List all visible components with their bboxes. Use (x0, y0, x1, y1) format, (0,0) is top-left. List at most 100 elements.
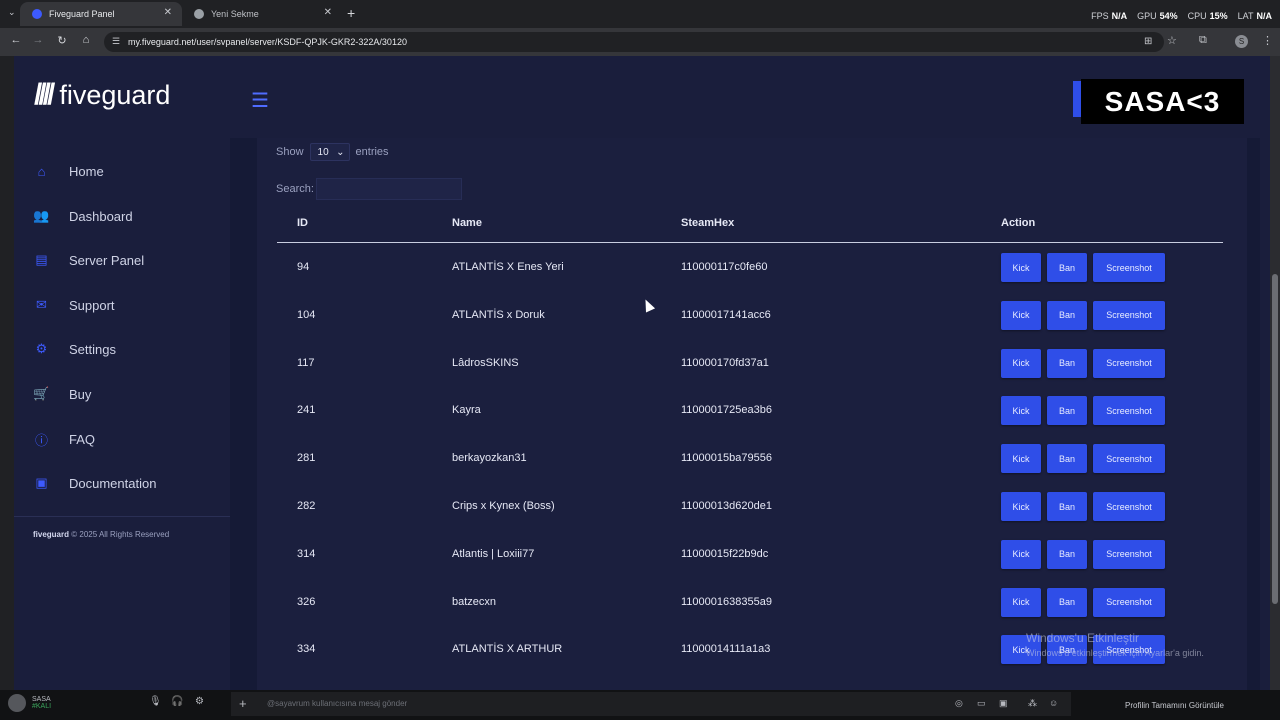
address-bar[interactable]: ☰ my.fiveguard.net/user/svpanel/server/K… (104, 32, 1164, 52)
extensions-icon[interactable]: ⧉ (1199, 34, 1207, 47)
avatar[interactable] (8, 694, 26, 712)
cell-name: Atlantis | Loxiii77 (452, 547, 535, 560)
screenshot-button[interactable]: Screenshot (1093, 253, 1165, 282)
cell-name: Crips x Kynex (Boss) (452, 500, 555, 512)
message-input[interactable]: @sayavrum kullanıcısına mesaj gönder (267, 699, 407, 708)
gear-icon[interactable]: ⚙ (195, 696, 204, 707)
back-icon[interactable]: ← (8, 34, 24, 46)
server-icon: ▤ (35, 252, 48, 267)
home-button-icon[interactable]: ⌂ (78, 34, 94, 46)
close-tab-icon[interactable]: ✕ (164, 7, 172, 18)
apps-icon[interactable]: ⁂ (1028, 698, 1037, 709)
gif-icon[interactable]: ▭ (977, 698, 986, 709)
ban-button[interactable]: Ban (1047, 539, 1087, 569)
chrome-favicon (194, 9, 204, 19)
column-header-steamhex[interactable]: SteamHex (681, 217, 734, 229)
ban-button[interactable]: Ban (1047, 492, 1087, 521)
kick-button[interactable]: Kick (1001, 492, 1041, 521)
table-row: 104 ATLANTİS x Doruk 11000017141acc6 Kick Ba… (277, 292, 1223, 340)
ban-button[interactable]: Ban (1047, 587, 1087, 617)
perf-fps: FPS N/A (1091, 11, 1128, 21)
sidebar-item-home[interactable]: ⌂ Home (34, 158, 104, 184)
view-full-profile-link[interactable]: Profilin Tamamını Görüntüle (1125, 701, 1224, 710)
screenshot-button[interactable]: Screenshot (1093, 539, 1165, 569)
tab-fiveguard-panel[interactable]: Fiveguard Panel ✕ (20, 2, 182, 26)
show-label: Show (276, 146, 304, 158)
kick-button[interactable]: Kick (1001, 300, 1041, 330)
kick-button[interactable]: Kick (1001, 253, 1041, 282)
kick-button[interactable]: Kick (1001, 396, 1041, 426)
windows-activation-watermark: Windows'u Etkinleştir Windows'u etkinleş… (1026, 631, 1204, 658)
search-label: Search: (276, 183, 314, 195)
sidebar-item-label: Server Panel (69, 252, 145, 268)
bookmark-star-icon[interactable]: ☆ (1167, 34, 1177, 47)
cell-name: ATLANTİS X Enes Yeri (452, 261, 564, 273)
profile-avatar[interactable]: S (1235, 35, 1248, 48)
discord-user-status: #KALI (32, 703, 52, 710)
users-icon: 👥 (33, 208, 50, 223)
screenshot-button[interactable]: Screenshot (1093, 300, 1165, 330)
discord-overlay-bar: SASA #KALI 🎙 🎧 ⚙ + @sayavrum kullanıcısı… (0, 690, 1280, 720)
kick-button[interactable]: Kick (1001, 348, 1041, 378)
cell-id: 281 (297, 452, 316, 465)
sidebar-item-documentation[interactable]: ▣ Documentation (34, 470, 156, 496)
cell-steamhex: 1100001638355a9 (681, 595, 772, 608)
cell-steamhex: 11000015f22b9dc (681, 547, 769, 560)
column-header-id[interactable]: ID (297, 217, 308, 229)
reload-icon[interactable]: ↻ (54, 34, 70, 47)
tab-title: Fiveguard Panel (49, 9, 115, 19)
hamburger-menu-icon[interactable]: ☰ (251, 88, 269, 113)
ban-button[interactable]: Ban (1047, 396, 1087, 426)
tab-search-icon[interactable]: ⌄ (8, 7, 16, 18)
sidebar-item-faq[interactable]: ⓘ FAQ (34, 426, 95, 452)
discord-username: SASA (32, 696, 51, 703)
sidebar-item-settings[interactable]: ⚙ Settings (34, 336, 116, 362)
headphones-icon[interactable]: 🎧 (171, 696, 183, 707)
browser-menu-icon[interactable]: ⋮ (1262, 34, 1273, 47)
search-input[interactable] (315, 178, 462, 200)
discord-user-panel[interactable]: SASA #KALI (8, 694, 51, 712)
kick-button[interactable]: Kick (1001, 539, 1041, 569)
kick-button[interactable]: Kick (1001, 444, 1041, 474)
perf-gpu: GPU 54% (1137, 11, 1178, 21)
ban-button[interactable]: Ban (1047, 253, 1087, 282)
new-tab-plus-icon[interactable]: + (347, 5, 355, 21)
cell-id: 282 (297, 500, 316, 512)
screenshot-button[interactable]: Screenshot (1093, 348, 1165, 378)
column-header-action[interactable]: Action (1001, 217, 1035, 229)
emoji-icon[interactable]: ☺ (1049, 698, 1058, 708)
scrollbar-thumb[interactable] (1272, 274, 1278, 604)
column-header-name[interactable]: Name (452, 217, 482, 229)
forward-icon[interactable]: → (30, 34, 46, 46)
ban-button[interactable]: Ban (1047, 348, 1087, 378)
brand-logo[interactable]: //// fiveguard (34, 78, 170, 112)
sticker-icon[interactable]: ▣ (999, 698, 1008, 709)
sidebar-item-support[interactable]: ✉ Support (34, 292, 115, 318)
screenshot-button[interactable]: Screenshot (1093, 492, 1165, 521)
kick-button[interactable]: Kick (1001, 587, 1041, 617)
add-attachment-icon[interactable]: + (239, 696, 247, 711)
table-row: 94 ATLANTİS X Enes Yeri 110000117c0fe60 Kic… (277, 244, 1223, 292)
page-scrollbar[interactable] (1270, 56, 1280, 692)
sidebar-item-buy[interactable]: 🛒 Buy (33, 381, 91, 407)
screenshot-button[interactable]: Screenshot (1093, 587, 1165, 617)
screenshot-button[interactable]: Screenshot (1093, 396, 1165, 426)
sidebar-item-server-panel[interactable]: ▤ Server Panel (34, 247, 144, 273)
entries-select[interactable]: 10 ⌄ (309, 143, 350, 161)
tab-new-tab[interactable]: Yeni Sekme ✕ (182, 2, 342, 26)
site-info-icon[interactable]: ☰ (112, 36, 120, 47)
translate-icon[interactable]: ⊞ (1144, 36, 1152, 47)
microphone-icon[interactable]: 🎙 (149, 696, 162, 707)
table-row: 314 Atlantis | Loxiii77 11000015f22b9dc Kic… (277, 531, 1223, 579)
cell-name: Kayra (452, 404, 481, 417)
message-composer[interactable]: + @sayavrum kullanıcısına mesaj gönder ◎… (231, 692, 1071, 716)
table-row: 282 Crips x Kynex (Boss) 11000013d620de1 Ki… (277, 483, 1223, 531)
close-tab-icon[interactable]: ✕ (324, 7, 332, 18)
sidebar-item-dashboard[interactable]: 👥 Dashboard (33, 203, 132, 229)
ban-button[interactable]: Ban (1047, 300, 1087, 330)
sidebar-item-label: Settings (69, 341, 116, 357)
cell-name: batzecxn (452, 595, 497, 608)
ban-button[interactable]: Ban (1047, 444, 1087, 474)
gift-icon[interactable]: ◎ (955, 698, 963, 709)
screenshot-button[interactable]: Screenshot (1093, 444, 1165, 474)
